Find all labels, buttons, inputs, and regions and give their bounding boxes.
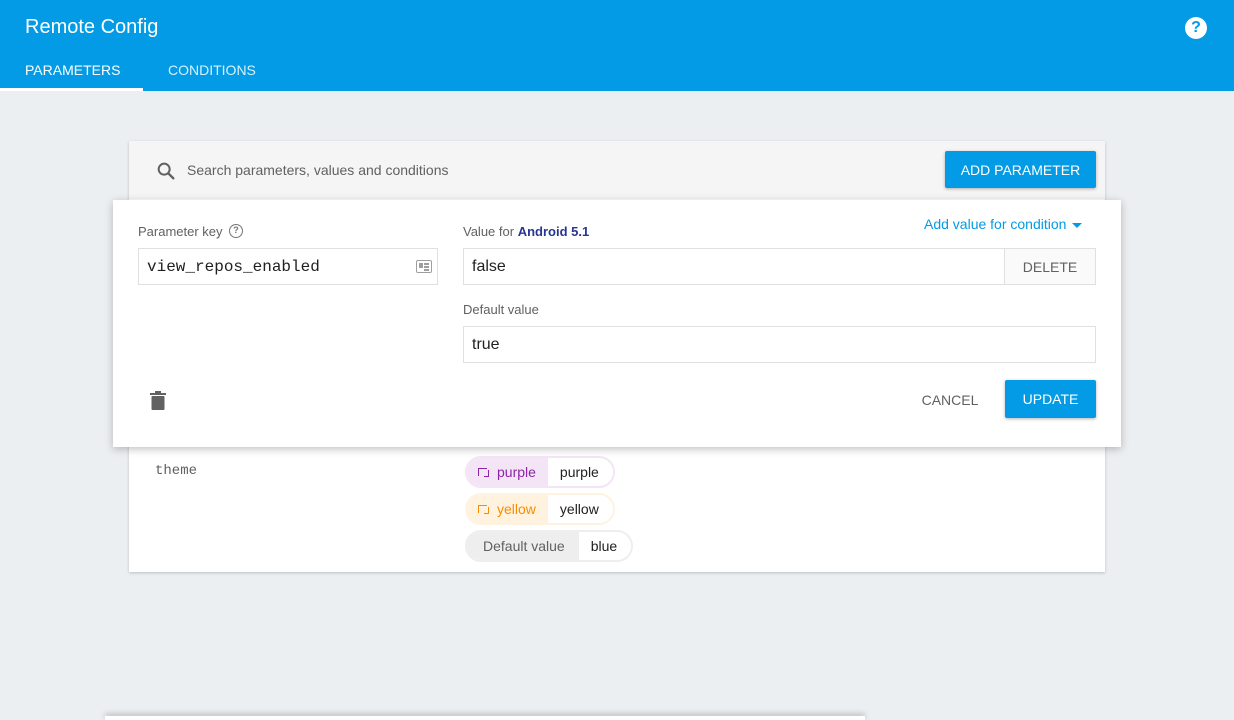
caret-down-icon <box>1072 222 1083 228</box>
condition-name: Android 5.1 <box>517 224 590 239</box>
active-tab-indicator <box>0 88 143 91</box>
tab-parameters[interactable]: PARAMETERS <box>25 62 120 78</box>
id-card-icon[interactable] <box>416 260 432 273</box>
condition-chip-yellow[interactable]: yellow yellow <box>465 493 615 525</box>
help-circle-icon[interactable]: ? <box>229 224 243 238</box>
parameter-key-label: Parameter key <box>138 224 223 239</box>
condition-chip-purple[interactable]: purple purple <box>465 456 615 488</box>
tab-conditions[interactable]: CONDITIONS <box>168 62 256 78</box>
app-header: Remote Config ? PARAMETERS CONDITIONS <box>0 0 1234 91</box>
chip-condition-label: yellow <box>497 501 536 517</box>
chip-condition-label: purple <box>497 464 536 480</box>
value-for-label: Value for Android 5.1 <box>463 224 589 239</box>
chip-value: blue <box>578 532 632 560</box>
chip-value: yellow <box>547 495 613 523</box>
parameter-key-input[interactable] <box>138 248 438 285</box>
chip-condition: yellow <box>467 495 548 523</box>
default-value-input[interactable] <box>463 326 1096 363</box>
delete-condition-value-button[interactable]: DELETE <box>1004 248 1096 285</box>
add-condition-label: Add value for condition <box>924 216 1067 232</box>
page-title: Remote Config <box>25 16 159 38</box>
condition-icon <box>477 466 489 478</box>
value-for-text: Value for <box>463 224 515 239</box>
add-value-for-condition-dropdown[interactable]: Add value for condition <box>924 216 1083 232</box>
cancel-button[interactable]: CANCEL <box>909 381 991 418</box>
default-value-label: Default value <box>463 302 539 317</box>
add-parameter-button[interactable]: ADD PARAMETER <box>945 151 1096 188</box>
default-value-chip[interactable]: Default value blue <box>465 530 634 562</box>
chip-condition-label: Default value <box>467 532 579 560</box>
search-input[interactable] <box>187 159 927 181</box>
condition-icon <box>477 503 489 515</box>
next-card-edge <box>105 716 865 720</box>
parameter-key-label: theme <box>155 463 198 479</box>
search-icon <box>157 162 175 180</box>
condition-value-input[interactable] <box>463 248 1005 285</box>
trash-icon[interactable] <box>150 391 166 410</box>
chip-condition: purple <box>467 458 548 486</box>
search-bar: ADD PARAMETER <box>129 141 1105 199</box>
parameter-editor: Parameter key ? Value for Android 5.1 Ad… <box>113 200 1121 447</box>
help-icon[interactable]: ? <box>1185 17 1207 39</box>
chip-value: purple <box>547 458 613 486</box>
update-button[interactable]: UPDATE <box>1005 380 1096 418</box>
